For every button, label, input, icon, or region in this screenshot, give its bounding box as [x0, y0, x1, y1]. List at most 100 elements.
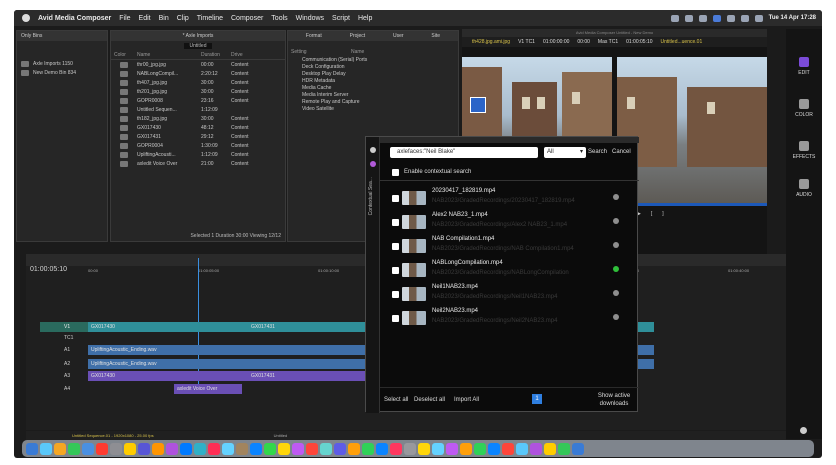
workspace-edit[interactable]: EDIT	[786, 57, 822, 76]
cancel-button[interactable]: Cancel	[612, 149, 631, 155]
source-clip-name[interactable]: th428.jpg.ami.jpg	[472, 39, 510, 45]
record-track[interactable]: Mas TC1	[598, 39, 618, 45]
dock-app-icon[interactable]	[306, 442, 318, 455]
dock-app-icon[interactable]	[264, 442, 276, 455]
settings-item[interactable]: HDR Metadata	[302, 77, 458, 84]
dock-app-icon[interactable]	[82, 442, 94, 455]
search-input[interactable]: axlefaces:"Neil Blake"	[390, 147, 538, 158]
menu-composer[interactable]: Composer	[231, 15, 263, 22]
import-all-button[interactable]: Import All	[454, 397, 479, 403]
menu-file[interactable]: File	[119, 15, 130, 22]
bin-row[interactable]: th182_jpg.jpg 30:00 Content	[111, 114, 285, 123]
bin-row[interactable]: NABLongCompil... 2:20:12 Content	[111, 69, 285, 78]
dock-app-icon[interactable]	[460, 442, 472, 455]
dock-app-icon[interactable]	[446, 442, 458, 455]
menu-script[interactable]: Script	[332, 15, 350, 22]
dock-app-icon[interactable]	[26, 442, 38, 455]
dock-app-icon[interactable]	[572, 442, 584, 455]
settings-item[interactable]: Remote Play and Capture	[302, 98, 458, 105]
col-color[interactable]: Color	[111, 52, 137, 58]
dock-app-icon[interactable]	[432, 442, 444, 455]
tray-icon[interactable]	[698, 14, 707, 22]
bin-row[interactable]: GOPR0008 23:16 Content	[111, 96, 285, 105]
bluetooth-icon[interactable]	[712, 14, 721, 22]
dock-app-icon[interactable]	[54, 442, 66, 455]
search-result-item[interactable]: 20230417_182819.mp4 NAB2023/GradedRecordi…	[384, 187, 622, 209]
bin-row[interactable]: th201_jpg.jpg 30:00 Content	[111, 87, 285, 96]
dock-app-icon[interactable]	[348, 442, 360, 455]
close-icon[interactable]	[369, 147, 376, 153]
dock-app-icon[interactable]	[362, 442, 374, 455]
menu-timeline[interactable]: Timeline	[197, 15, 223, 22]
bin-view-select[interactable]: Untitled	[183, 43, 213, 49]
source-track[interactable]: V1 TC1	[518, 39, 535, 45]
dock-app-icon[interactable]	[320, 442, 332, 455]
menu-clock[interactable]: Tue 14 Apr 17:28	[769, 15, 816, 21]
show-active-downloads-button[interactable]: Show active downloads	[594, 392, 634, 408]
track-header-tc1[interactable]: TC1	[40, 333, 88, 343]
settings-item[interactable]: Desktop Play Delay	[302, 70, 458, 77]
search-result-item[interactable]: NABLongCompilation.mp4 NAB2023/GradedReco…	[384, 259, 622, 281]
search-result-item[interactable]: Alex2 NAB23_1.mp4 NAB2023/GradedRecording…	[384, 211, 622, 233]
bin-list-item[interactable]: Axle Imports 1150	[17, 59, 107, 68]
bin-row[interactable]: th407_jpg.jpg 30:00 Content	[111, 78, 285, 87]
dock-app-icon[interactable]	[40, 442, 52, 455]
page-number-button[interactable]: 1	[532, 394, 542, 404]
search-icon[interactable]	[740, 14, 749, 22]
track-header-a1[interactable]: A1	[40, 345, 88, 355]
tab-project[interactable]: Project	[350, 33, 366, 39]
search-result-item[interactable]: Neil1NAB23.mp4 NAB2023/GradedRecordings/N…	[384, 283, 622, 305]
timeline-clip-a3[interactable]: GX017431	[248, 371, 368, 381]
dock-app-icon[interactable]	[530, 442, 542, 455]
col-name[interactable]: Name	[137, 52, 201, 58]
select-all-button[interactable]: Select all	[384, 397, 408, 403]
dock-app-icon[interactable]	[418, 442, 430, 455]
search-button[interactable]: Search	[588, 149, 607, 155]
search-result-item[interactable]: Neil2NAB23.mp4 NAB2023/GradedRecordings/N…	[384, 307, 622, 329]
result-checkbox[interactable]	[392, 195, 399, 202]
dock-app-icon[interactable]	[488, 442, 500, 455]
menu-bin[interactable]: Bin	[159, 15, 169, 22]
menu-app-name[interactable]: Avid Media Composer	[38, 15, 111, 22]
bin-row[interactable]: Untitled Sequen... 1:12:09	[111, 105, 285, 114]
dock-app-icon[interactable]	[124, 442, 136, 455]
menu-clip[interactable]: Clip	[177, 15, 189, 22]
settings-item[interactable]: Video Satellite	[302, 105, 458, 112]
tab-user[interactable]: User	[393, 33, 404, 39]
tray-icon[interactable]	[670, 14, 679, 22]
tray-icon[interactable]	[684, 14, 693, 22]
wifi-icon[interactable]	[726, 14, 735, 22]
dock-app-icon[interactable]	[208, 442, 220, 455]
bin-row[interactable]: thr00_jpg.jpg 00:00 Content	[111, 60, 285, 69]
settings-gear-icon[interactable]	[800, 427, 807, 434]
workspace-audio[interactable]: AUDIO	[786, 179, 822, 198]
result-checkbox[interactable]	[392, 291, 399, 298]
bin-row[interactable]: GX017431 29:12 Content	[111, 132, 285, 141]
scope-select[interactable]: All ▾	[544, 147, 586, 158]
filter-icon[interactable]	[369, 161, 376, 167]
dock-app-icon[interactable]	[166, 442, 178, 455]
dock-app-icon[interactable]	[404, 442, 416, 455]
timeline-timecode[interactable]: 01:00:05:10	[30, 266, 67, 273]
result-checkbox[interactable]	[392, 315, 399, 322]
workspace-effects[interactable]: EFFECTS	[786, 141, 822, 160]
bin-row[interactable]: axledit Voice Over 21:00 Content	[111, 159, 285, 168]
dock-app-icon[interactable]	[96, 442, 108, 455]
record-monitor[interactable]	[617, 57, 767, 203]
settings-item[interactable]: Communication (Serial) Ports	[302, 56, 458, 63]
bin-filter[interactable]: Only Bins	[21, 33, 42, 39]
timeline-clip-v1[interactable]: GX017430	[88, 322, 248, 332]
dock-app-icon[interactable]	[558, 442, 570, 455]
contextual-search-checkbox[interactable]	[392, 169, 399, 176]
dock-app-icon[interactable]	[180, 442, 192, 455]
control-center-icon[interactable]	[754, 14, 763, 22]
apple-icon[interactable]	[22, 14, 30, 22]
col-drive[interactable]: Drive	[231, 52, 243, 58]
dock-app-icon[interactable]	[376, 442, 388, 455]
dock-app-icon[interactable]	[474, 442, 486, 455]
dock-app-icon[interactable]	[110, 442, 122, 455]
result-checkbox[interactable]	[392, 243, 399, 250]
bin-row[interactable]: GOPR0004 1:30:09 Content	[111, 141, 285, 150]
bin-row[interactable]: UpliftingAcousti... 1:12:09 Content	[111, 150, 285, 159]
dock-app-icon[interactable]	[222, 442, 234, 455]
